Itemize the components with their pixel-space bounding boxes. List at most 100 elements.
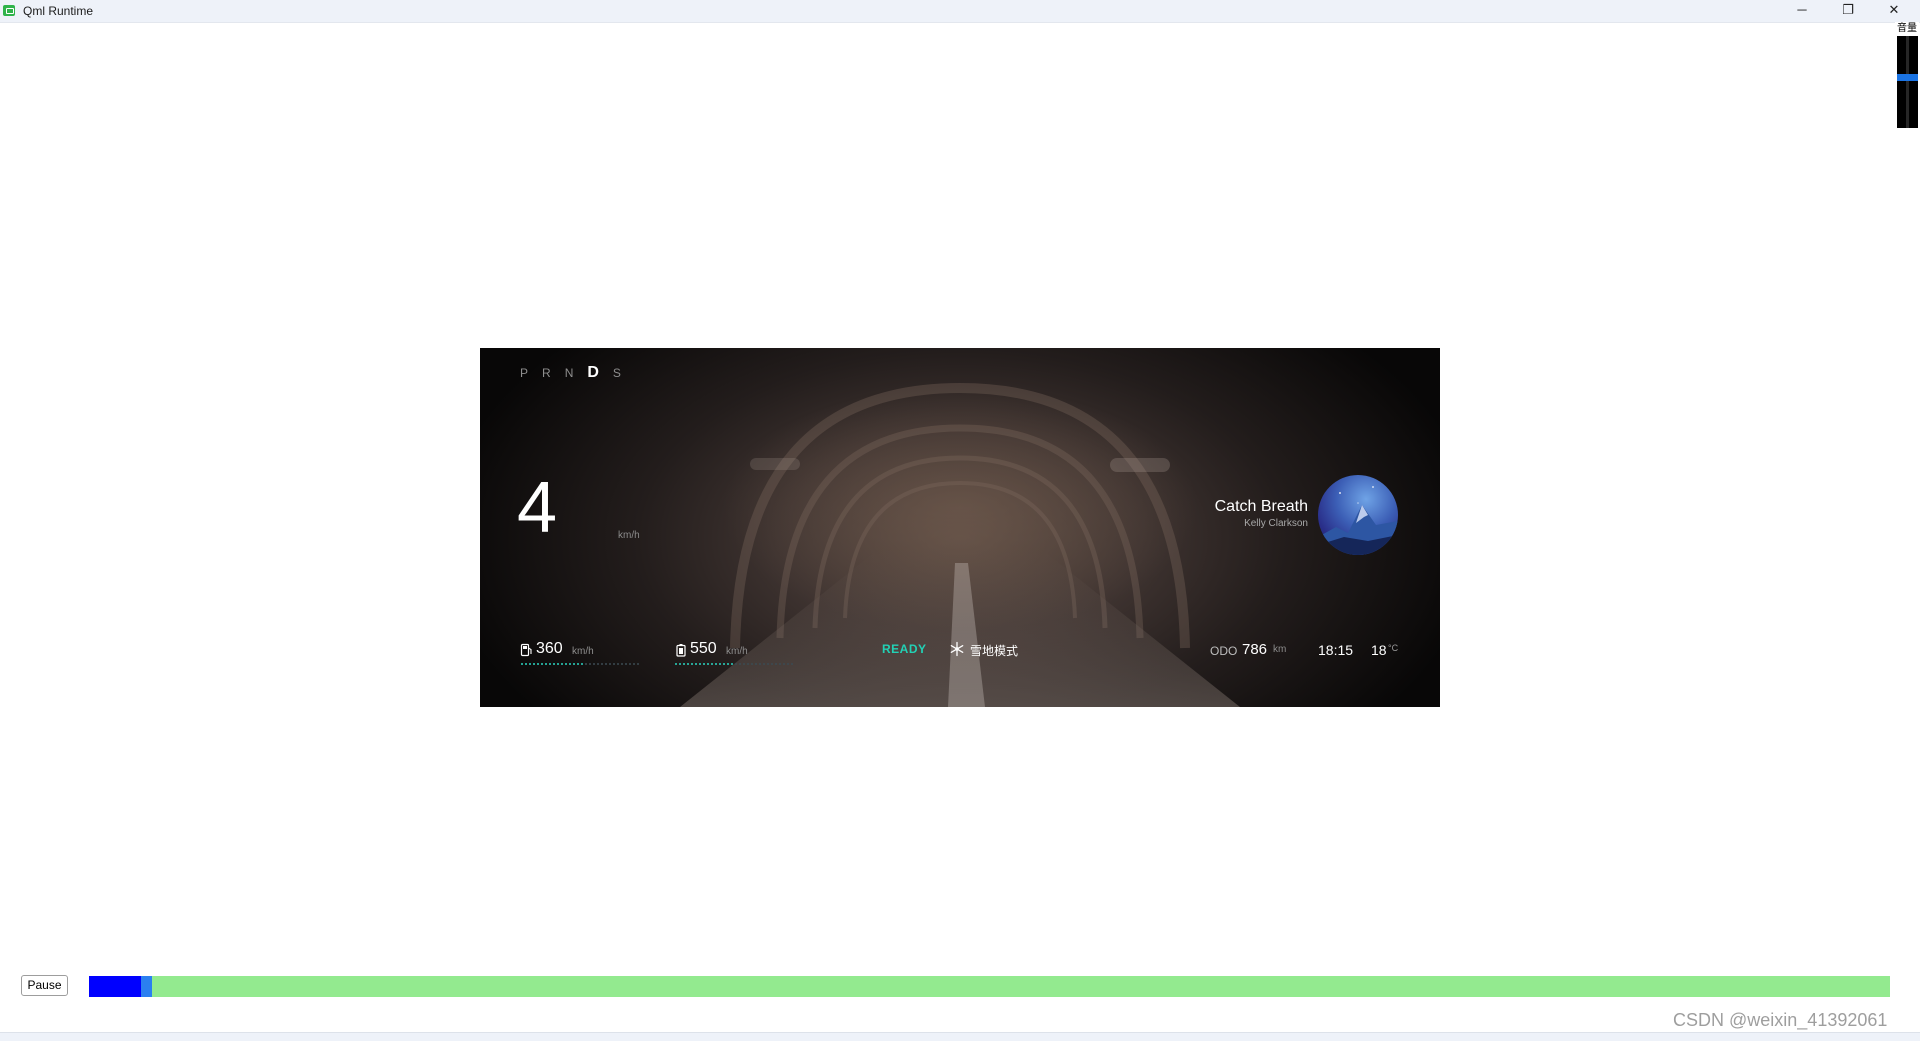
range-dot xyxy=(633,663,635,665)
range-dot xyxy=(675,663,677,665)
fuel-range: 360 km/h xyxy=(520,640,650,670)
range-dot xyxy=(743,663,745,665)
video-progress-slider[interactable] xyxy=(89,976,1890,997)
range-dot xyxy=(549,663,551,665)
range-dot xyxy=(521,663,523,665)
range-dot xyxy=(613,663,615,665)
gear-s: S xyxy=(612,366,622,380)
ready-indicator: READY xyxy=(882,642,927,656)
temperature-unit: °C xyxy=(1388,643,1399,653)
range-dot xyxy=(589,663,591,665)
range-dot xyxy=(695,663,697,665)
range-dot xyxy=(715,663,717,665)
gear-p: P xyxy=(520,366,530,380)
progress-slider-handle[interactable] xyxy=(141,976,152,997)
range-dot xyxy=(755,663,757,665)
range-dot xyxy=(759,663,761,665)
range-dot xyxy=(735,663,737,665)
range-dot xyxy=(541,663,543,665)
range-dot xyxy=(703,663,705,665)
range-dot xyxy=(739,663,741,665)
volume-control[interactable]: 音量 xyxy=(1895,22,1919,128)
battery-range-unit: km/h xyxy=(726,646,748,657)
album-art-image[interactable] xyxy=(1318,475,1398,555)
range-dot xyxy=(545,663,547,665)
minimize-button[interactable]: ─ xyxy=(1780,0,1824,22)
close-button[interactable]: ✕ xyxy=(1872,0,1916,22)
status-bar: 360 km/h 550 km/h READY 雪地模式 ODO 786 km … xyxy=(480,640,1440,670)
range-dot xyxy=(711,663,713,665)
range-dot xyxy=(601,663,603,665)
range-dot xyxy=(557,663,559,665)
battery-range-level-dots xyxy=(675,663,793,665)
window-titlebar: Qml Runtime ─ ❐ ✕ xyxy=(0,0,1920,23)
gear-n: N xyxy=(564,366,575,380)
pause-button[interactable]: Pause xyxy=(21,975,68,996)
range-dot xyxy=(699,663,701,665)
gear-selector: PRNDS xyxy=(520,364,635,384)
range-dot xyxy=(683,663,685,665)
volume-slider-handle[interactable] xyxy=(1897,74,1918,81)
gear-r: R xyxy=(542,366,552,380)
range-dot xyxy=(569,663,571,665)
instrument-cluster: PRNDS 4 km/h Catch Breath Kelly Clarkson… xyxy=(480,348,1440,707)
volume-slider-track[interactable] xyxy=(1897,36,1918,128)
range-dot xyxy=(537,663,539,665)
odometer-value: 786 xyxy=(1242,641,1268,658)
temperature-value: 18 xyxy=(1371,642,1387,658)
range-dot xyxy=(779,663,781,665)
range-dot xyxy=(637,663,639,665)
snowflake-icon xyxy=(950,641,964,657)
range-dot xyxy=(791,663,793,665)
album-art-mountain xyxy=(1318,486,1398,555)
range-dot xyxy=(553,663,555,665)
range-dot xyxy=(581,663,583,665)
range-dot xyxy=(585,663,587,665)
song-artist: Kelly Clarkson xyxy=(1244,518,1308,529)
watermark-text: CSDN @weixin_41392061 xyxy=(1673,1010,1888,1030)
drive-mode-label: 雪地模式 xyxy=(970,644,1019,658)
range-dot xyxy=(747,663,749,665)
now-playing: Catch Breath Kelly Clarkson xyxy=(1215,498,1308,531)
range-dot xyxy=(787,663,789,665)
range-dot xyxy=(561,663,563,665)
range-dot xyxy=(525,663,527,665)
range-dot xyxy=(783,663,785,665)
song-title: Catch Breath xyxy=(1214,498,1308,515)
speed-unit: km/h xyxy=(618,530,640,541)
range-dot xyxy=(679,663,681,665)
range-dot xyxy=(723,663,725,665)
fuel-range-level-dots xyxy=(521,663,639,665)
range-dot xyxy=(625,663,627,665)
range-dot xyxy=(629,663,631,665)
range-dot xyxy=(763,663,765,665)
odometer-unit: km xyxy=(1273,644,1287,655)
progress-fill xyxy=(89,976,141,997)
range-dot xyxy=(573,663,575,665)
range-dot xyxy=(621,663,623,665)
range-dot xyxy=(727,663,729,665)
volume-label: 音量 xyxy=(1897,23,1917,34)
fuel-pump-icon xyxy=(520,643,532,657)
fuel-range-value: 360 xyxy=(536,640,563,657)
volume-slider-groove xyxy=(1906,36,1909,128)
range-dot xyxy=(597,663,599,665)
range-dot xyxy=(687,663,689,665)
range-dot xyxy=(593,663,595,665)
range-dot xyxy=(691,663,693,665)
range-dot xyxy=(529,663,531,665)
range-dot xyxy=(577,663,579,665)
range-dot xyxy=(767,663,769,665)
range-dot xyxy=(771,663,773,665)
range-dot xyxy=(533,663,535,665)
gear-d: D xyxy=(587,364,600,381)
clock: 18:15 xyxy=(1318,642,1354,658)
qml-app-icon xyxy=(3,5,15,16)
fuel-range-unit: km/h xyxy=(572,646,594,657)
restore-button[interactable]: ❐ xyxy=(1826,0,1870,22)
range-dot xyxy=(617,663,619,665)
battery-range-value: 550 xyxy=(690,640,717,657)
odometer-label: ODO xyxy=(1210,644,1238,658)
range-dot xyxy=(775,663,777,665)
battery-icon xyxy=(676,644,686,657)
